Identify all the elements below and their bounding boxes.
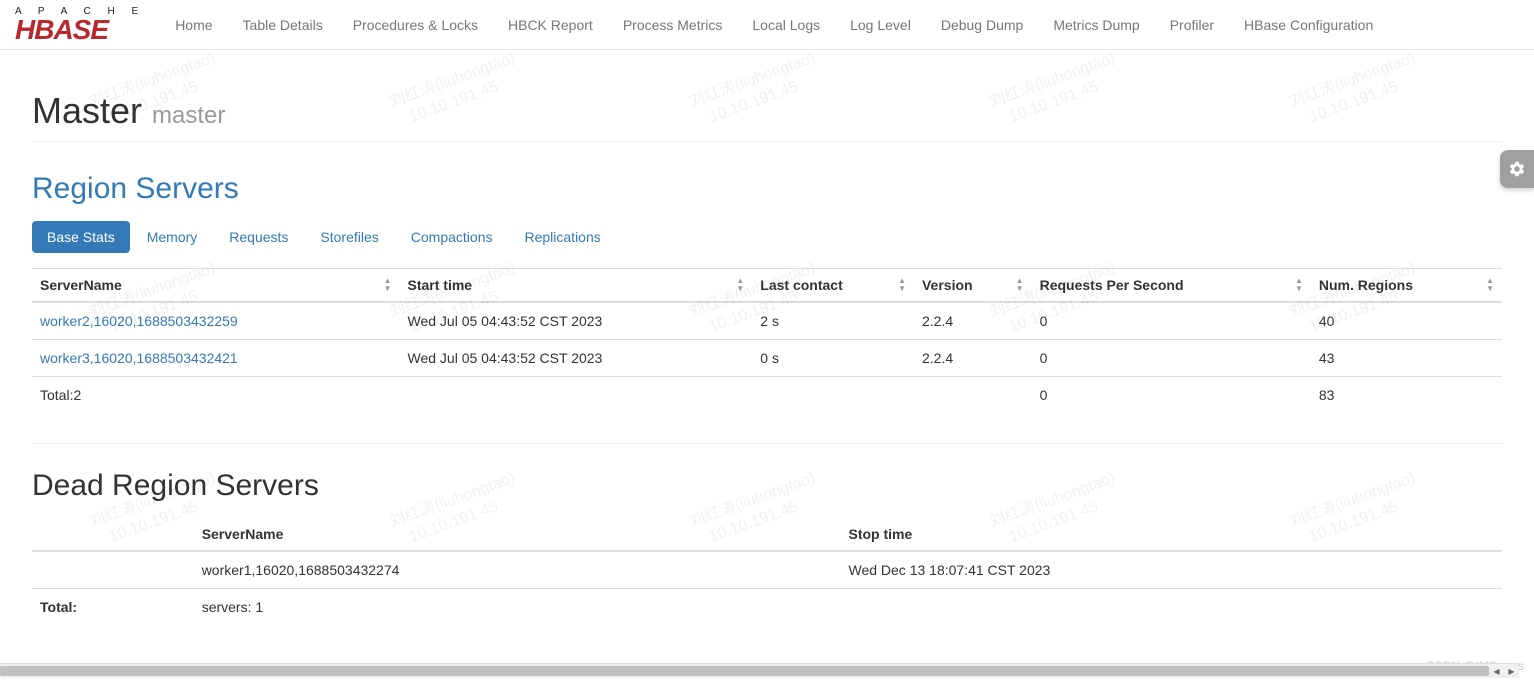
tab-requests[interactable]: Requests (214, 221, 303, 253)
server-link[interactable]: worker2,16020,1688503432259 (40, 313, 238, 329)
tab-replications[interactable]: Replications (509, 221, 615, 253)
col-version[interactable]: Version (914, 269, 1032, 303)
nav-process-metrics[interactable]: Process Metrics (608, 2, 738, 48)
horizontal-scrollbar[interactable]: ◀ ▶ (0, 663, 1519, 678)
cell-start: Wed Jul 05 04:43:52 CST 2023 (400, 340, 753, 377)
dead-servers-section: Dead Region Servers ServerName Stop time… (32, 469, 1502, 655)
page-header: Master master (32, 90, 1502, 142)
scrollbar-thumb[interactable] (0, 666, 1489, 676)
scroll-right-icon[interactable]: ▶ (1504, 664, 1519, 679)
dead-servers-heading: Dead Region Servers (32, 469, 1502, 503)
region-servers-table: ServerName Start time Last contact Versi… (32, 268, 1502, 413)
cell-rps: 0 (1032, 340, 1311, 377)
navbar: A P A C H E HBASE Home Table Details Pro… (0, 0, 1534, 50)
sort-icon (1295, 277, 1303, 293)
nav-procedures-locks[interactable]: Procedures & Locks (338, 2, 493, 48)
cell-total-label: Total:2 (32, 377, 400, 414)
cell-version: 2.2.4 (914, 302, 1032, 340)
nav-profiler[interactable]: Profiler (1155, 2, 1229, 48)
table-row: worker1,16020,1688503432274 Wed Dec 13 1… (32, 551, 1502, 589)
dead-servers-table: ServerName Stop time worker1,16020,16885… (32, 518, 1502, 625)
col-rps[interactable]: Requests Per Second (1032, 269, 1311, 303)
col-starttime[interactable]: Start time (400, 269, 753, 303)
nav-hbck-report[interactable]: HBCK Report (493, 2, 608, 48)
col-dead-servername: ServerName (194, 518, 841, 551)
nav-metrics-dump[interactable]: Metrics Dump (1038, 2, 1154, 48)
cell-last: 0 s (752, 340, 914, 377)
region-servers-heading: Region Servers (32, 172, 1502, 206)
nav-hbase-configuration[interactable]: HBase Configuration (1229, 2, 1388, 48)
table-total-row: Total: servers: 1 (32, 589, 1502, 626)
sort-icon (1016, 277, 1024, 293)
sort-icon (898, 277, 906, 293)
nav-debug-dump[interactable]: Debug Dump (926, 2, 1039, 48)
tab-memory[interactable]: Memory (132, 221, 213, 253)
main-container: Master master Region Servers Base Stats … (17, 50, 1517, 700)
table-total-row: Total:2 0 83 (32, 377, 1502, 414)
tab-storefiles[interactable]: Storefiles (305, 221, 393, 253)
nav-home[interactable]: Home (160, 2, 227, 48)
page-title: Master (32, 90, 142, 131)
tab-compactions[interactable]: Compactions (396, 221, 508, 253)
server-link[interactable]: worker3,16020,1688503432421 (40, 350, 238, 366)
table-row: worker2,16020,1688503432259 Wed Jul 05 0… (32, 302, 1502, 340)
col-servername[interactable]: ServerName (32, 269, 400, 303)
cell-dead-total-label: Total: (32, 589, 194, 626)
col-lastcontact[interactable]: Last contact (752, 269, 914, 303)
region-servers-tabs: Base Stats Memory Requests Storefiles Co… (32, 221, 1502, 253)
table-header-row: ServerName Stop time (32, 518, 1502, 551)
col-dead-stoptime: Stop time (840, 518, 1502, 551)
gear-tab[interactable] (1500, 150, 1534, 188)
tab-base-stats[interactable]: Base Stats (32, 221, 130, 253)
gear-icon (1508, 160, 1526, 178)
sort-icon (736, 277, 744, 293)
logo-line2: HBASE (15, 17, 145, 42)
scroll-left-icon[interactable]: ◀ (1489, 664, 1504, 679)
region-servers-section: Region Servers Base Stats Memory Request… (32, 172, 1502, 444)
page-subtitle: master (152, 102, 225, 129)
cell-regions: 43 (1311, 340, 1502, 377)
nav-table-details[interactable]: Table Details (228, 2, 338, 48)
nav-links: Home Table Details Procedures & Locks HB… (160, 2, 1388, 48)
cell-version: 2.2.4 (914, 340, 1032, 377)
cell-regions: 40 (1311, 302, 1502, 340)
brand-logo[interactable]: A P A C H E HBASE (15, 2, 160, 47)
sort-icon (1486, 277, 1494, 293)
table-header-row: ServerName Start time Last contact Versi… (32, 269, 1502, 303)
nav-log-level[interactable]: Log Level (835, 2, 926, 48)
sort-icon (384, 277, 392, 293)
cell-total-rps: 0 (1032, 377, 1311, 414)
cell-start: Wed Jul 05 04:43:52 CST 2023 (400, 302, 753, 340)
cell-dead-stop: Wed Dec 13 18:07:41 CST 2023 (840, 551, 1502, 589)
cell-total-regions: 83 (1311, 377, 1502, 414)
table-row: worker3,16020,1688503432421 Wed Jul 05 0… (32, 340, 1502, 377)
cell-last: 2 s (752, 302, 914, 340)
cell-rps: 0 (1032, 302, 1311, 340)
col-numregions[interactable]: Num. Regions (1311, 269, 1502, 303)
nav-local-logs[interactable]: Local Logs (737, 2, 835, 48)
cell-dead-server: worker1,16020,1688503432274 (194, 551, 841, 589)
cell-dead-total-value: servers: 1 (194, 589, 841, 626)
